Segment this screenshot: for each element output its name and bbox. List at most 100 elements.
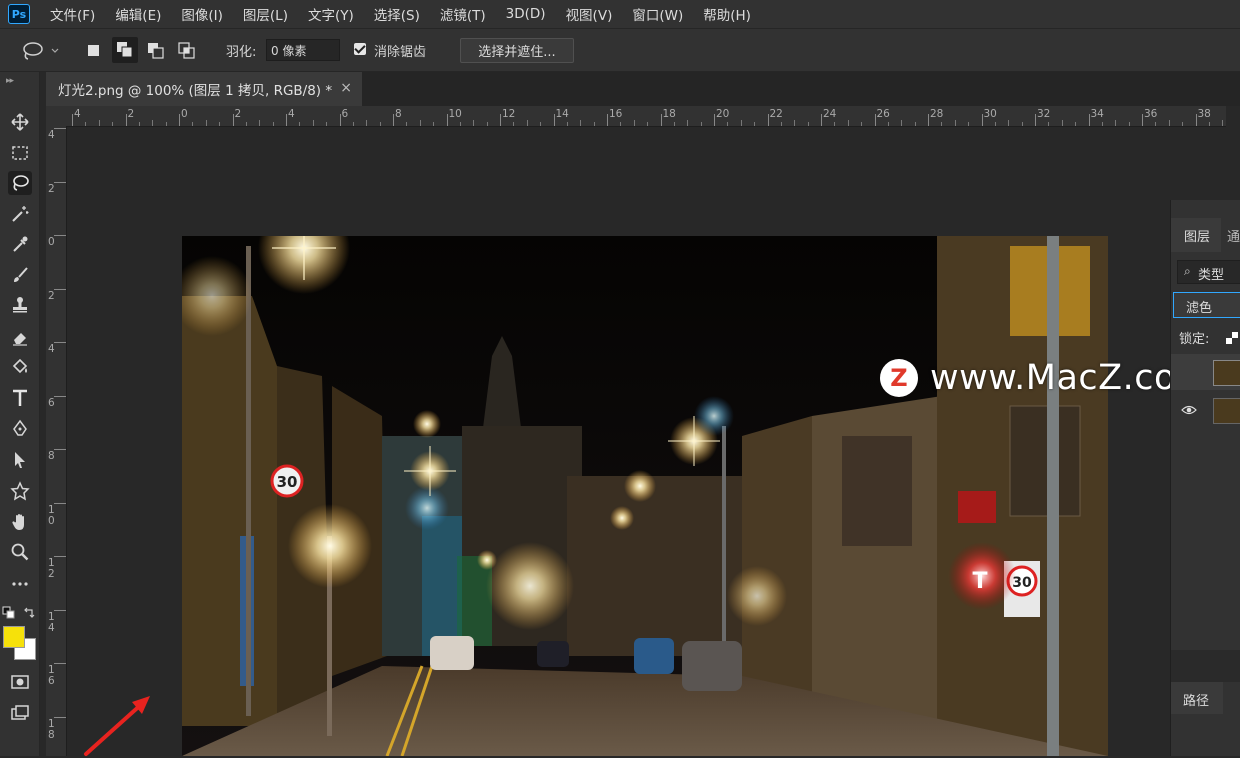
zoom-tool[interactable]: [8, 540, 32, 564]
path-selection-tool[interactable]: [8, 448, 32, 472]
shape-icon: [10, 481, 30, 501]
menu-window[interactable]: 窗口(W): [622, 4, 693, 24]
screen-mode-button[interactable]: [8, 702, 32, 726]
lasso-preset-icon[interactable]: [20, 39, 60, 63]
layer-row-copy[interactable]: [1171, 354, 1240, 390]
ruler-minor-tick: [138, 122, 140, 126]
add-selection-button[interactable]: [112, 37, 138, 63]
ruler-left-label: 2: [48, 289, 55, 302]
ruler-minor-tick: [326, 122, 328, 126]
subtract-selection-icon[interactable]: [146, 41, 164, 59]
street-night-photo[interactable]: 30 30 T: [182, 236, 1108, 756]
pen-tool[interactable]: [8, 417, 32, 441]
marquee-tool[interactable]: [8, 141, 32, 165]
ruler-minor-tick: [847, 120, 849, 126]
ruler-minor-tick: [968, 122, 970, 126]
ruler-minor-tick: [192, 122, 194, 126]
ruler-minor-tick: [647, 122, 649, 126]
ruler-minor-tick: [727, 122, 729, 126]
ruler-minor-tick: [259, 120, 261, 126]
default-colors-icon[interactable]: [2, 606, 16, 620]
magic-wand-tool[interactable]: [8, 202, 32, 226]
ruler-tick: [54, 716, 66, 718]
add-selection-icon: [117, 42, 133, 58]
ruler-minor-tick: [1008, 120, 1010, 126]
ruler-minor-tick: [1222, 120, 1224, 126]
ruler-minor-tick: [379, 122, 381, 126]
menu-help[interactable]: 帮助(H): [693, 4, 761, 24]
menu-filter[interactable]: 滤镜(T): [430, 4, 496, 24]
panel-grip-icon[interactable]: ▸▸: [6, 76, 14, 86]
ruler-minor-tick: [1101, 122, 1103, 126]
layer-row-1[interactable]: [1171, 394, 1240, 428]
ruler-minor-tick: [1075, 122, 1077, 126]
lock-transparency-icon[interactable]: [1225, 331, 1239, 345]
menu-view[interactable]: 视图(V): [556, 4, 623, 24]
ruler-tick: [54, 128, 66, 129]
antialias-checkbox[interactable]: [354, 43, 366, 55]
eyedropper-tool[interactable]: [8, 232, 32, 256]
zoom-icon: [11, 543, 29, 561]
intersect-selection-icon[interactable]: [177, 41, 195, 59]
layer-filter-field[interactable]: ⌕ 类型: [1177, 260, 1240, 284]
ruler-top-label: 32: [1037, 108, 1051, 120]
ruler-tick: [54, 235, 66, 236]
ruler-tick: [286, 114, 287, 126]
ruler-minor-tick: [165, 122, 167, 126]
menu-type[interactable]: 文字(Y): [298, 4, 364, 24]
ruler-minor-tick: [433, 122, 435, 126]
ruler-minor-tick: [861, 122, 863, 126]
ruler-corner: [46, 106, 66, 126]
stamp-tool[interactable]: [8, 293, 32, 317]
lasso-tool[interactable]: [8, 171, 32, 195]
ruler-top-label: 34: [1090, 108, 1104, 120]
document-tab-bar: 灯光2.png @ 100% (图层 1 拷贝, RGB/8) * ×: [46, 72, 1240, 106]
ruler-top-label: 18: [662, 108, 676, 120]
menu-file[interactable]: 文件(F): [40, 4, 105, 24]
eraser-tool[interactable]: [8, 325, 32, 349]
menu-bar: Ps 文件(F) 编辑(E) 图像(I) 图层(L) 文字(Y) 选择(S) 滤…: [0, 0, 1240, 28]
brush-tool[interactable]: [8, 263, 32, 287]
layers-tab[interactable]: 图层: [1184, 226, 1210, 245]
more-tools[interactable]: [8, 572, 32, 596]
channels-tab[interactable]: 通: [1227, 226, 1240, 245]
ruler-minor-tick: [887, 122, 889, 126]
paths-tab[interactable]: 路径: [1183, 690, 1209, 709]
swap-colors-icon[interactable]: [22, 606, 36, 620]
document-tab-title: 灯光2.png @ 100% (图层 1 拷贝, RGB/8) *: [58, 83, 333, 99]
visibility-eye-icon[interactable]: [1181, 404, 1197, 416]
close-tab-icon[interactable]: ×: [340, 80, 352, 96]
feather-input[interactable]: [266, 39, 340, 61]
quick-mask-button[interactable]: [8, 670, 32, 694]
hand-icon: [12, 514, 24, 530]
menu-layer[interactable]: 图层(L): [233, 4, 298, 24]
blend-mode-select[interactable]: 滤色: [1173, 292, 1240, 318]
new-selection-icon[interactable]: [84, 41, 102, 59]
photoshop-logo: Ps: [8, 4, 30, 24]
ruler-tick: [54, 663, 66, 664]
ruler-minor-tick: [513, 122, 515, 126]
move-tool[interactable]: [8, 110, 32, 134]
type-tool[interactable]: [8, 386, 32, 410]
menu-select[interactable]: 选择(S): [364, 4, 430, 24]
ruler-minor-tick: [794, 120, 796, 126]
select-and-mask-button[interactable]: 选择并遮住...: [460, 38, 574, 63]
hand-tool[interactable]: [8, 510, 32, 534]
lock-label: 锁定:: [1179, 332, 1210, 347]
ruler-minor-tick: [700, 122, 702, 126]
menu-edit[interactable]: 编辑(E): [105, 4, 171, 24]
paint-bucket-tool[interactable]: [8, 355, 32, 379]
ruler-top-label: 12: [502, 108, 516, 120]
ruler-tick: [821, 114, 822, 126]
ruler-left-label: 12: [48, 557, 55, 580]
ruler-tick: [928, 114, 929, 126]
menu-image[interactable]: 图像(I): [171, 4, 233, 24]
screen-mode-icon: [11, 705, 29, 720]
foreground-color-swatch[interactable]: [3, 626, 25, 648]
feather-label: 羽化:: [226, 45, 257, 60]
ruler-minor-tick: [272, 122, 274, 126]
menu-3d[interactable]: 3D(D): [496, 6, 556, 22]
document-tab[interactable]: 灯光2.png @ 100% (图层 1 拷贝, RGB/8) * ×: [46, 72, 362, 106]
shape-tool[interactable]: [8, 479, 32, 503]
ruler-minor-tick: [1128, 122, 1130, 126]
